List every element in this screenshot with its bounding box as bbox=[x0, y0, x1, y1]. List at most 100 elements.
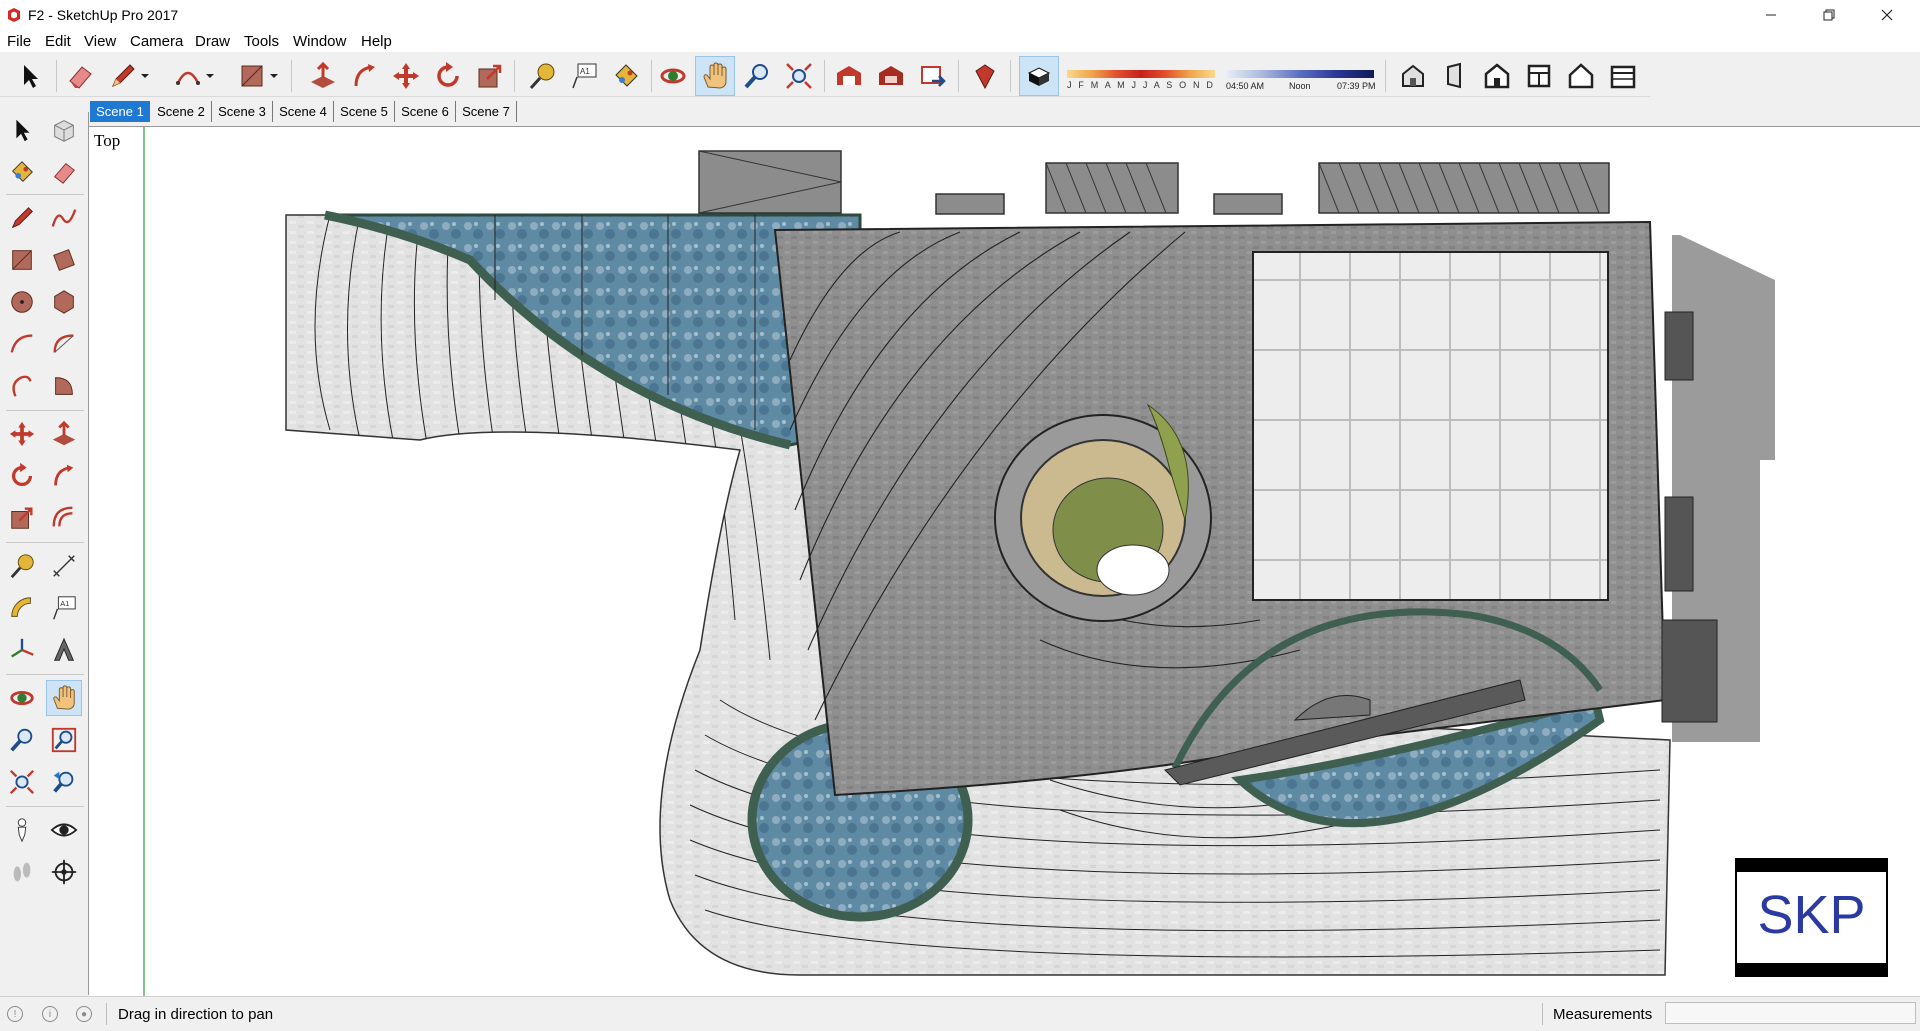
position-camera-tool[interactable] bbox=[4, 812, 40, 848]
text-tool[interactable]: A1 bbox=[46, 590, 82, 626]
menu-tools[interactable]: Tools bbox=[244, 33, 279, 50]
eraser-icon bbox=[69, 66, 92, 89]
scene-tab-4[interactable]: Scene 4 bbox=[273, 101, 334, 122]
arc-dropdown[interactable] bbox=[200, 56, 220, 96]
tape-measure-tool-button[interactable] bbox=[522, 56, 562, 96]
text-tool-button[interactable]: A1 bbox=[564, 56, 604, 96]
line-tool[interactable] bbox=[4, 200, 40, 236]
rectangle-icon bbox=[12, 250, 32, 270]
move-tool-button[interactable] bbox=[386, 56, 426, 96]
scale-tool[interactable] bbox=[4, 500, 40, 536]
restore-button[interactable] bbox=[1806, 0, 1852, 30]
menu-draw[interactable]: Draw bbox=[195, 33, 230, 50]
3d-text-tool[interactable] bbox=[46, 632, 82, 668]
status-separator bbox=[1542, 1003, 1543, 1025]
front-view-button[interactable] bbox=[1477, 56, 1517, 96]
tape-measure-tool[interactable] bbox=[4, 548, 40, 584]
menu-help[interactable]: Help bbox=[361, 33, 392, 50]
toolbar-separator bbox=[958, 60, 959, 92]
eraser-tool[interactable] bbox=[46, 154, 82, 190]
protractor-icon bbox=[11, 597, 31, 617]
previous-view-tool[interactable] bbox=[46, 764, 82, 800]
user-account-icon[interactable]: ● bbox=[76, 1006, 92, 1022]
look-around-tool[interactable] bbox=[46, 812, 82, 848]
3-point-arc-tool[interactable] bbox=[4, 368, 40, 404]
pencil-icon bbox=[11, 207, 33, 229]
extension-warehouse-button[interactable] bbox=[871, 56, 911, 96]
rotate-tool-button[interactable] bbox=[428, 56, 468, 96]
arc-tool[interactable] bbox=[4, 326, 40, 362]
restore-icon bbox=[1823, 9, 1835, 21]
site-plan-model[interactable] bbox=[89, 127, 1920, 996]
make-component-tool[interactable] bbox=[46, 112, 82, 148]
rotate-tool[interactable] bbox=[4, 458, 40, 494]
measurements-input[interactable] bbox=[1665, 1002, 1916, 1024]
home-view-button[interactable] bbox=[1561, 56, 1601, 96]
close-button[interactable] bbox=[1864, 0, 1910, 30]
rectangle-tool[interactable] bbox=[4, 242, 40, 278]
follow-me-tool[interactable] bbox=[46, 458, 82, 494]
rectangle-dropdown[interactable] bbox=[264, 56, 284, 96]
top-view-button[interactable] bbox=[1519, 56, 1559, 96]
eraser-tool-button[interactable] bbox=[60, 56, 100, 96]
menu-view[interactable]: View bbox=[84, 33, 116, 50]
follow-me-tool-button[interactable] bbox=[345, 56, 385, 96]
drawing-viewport[interactable]: Top SKP bbox=[89, 126, 1920, 996]
walk-tool[interactable] bbox=[4, 854, 40, 890]
pie-tool[interactable] bbox=[46, 368, 82, 404]
top-view-icon bbox=[1527, 64, 1551, 88]
polygon-tool[interactable] bbox=[46, 284, 82, 320]
orbit-tool-button[interactable] bbox=[653, 56, 693, 96]
zoom-extents-tool-button[interactable] bbox=[779, 56, 819, 96]
section-plane-tool[interactable] bbox=[46, 854, 82, 890]
scene-tab-2[interactable]: Scene 2 bbox=[151, 101, 212, 122]
send-to-layout-button[interactable] bbox=[913, 56, 953, 96]
push-pull-tool[interactable] bbox=[46, 416, 82, 452]
zoom-extents-tool[interactable] bbox=[4, 764, 40, 800]
minimize-button[interactable] bbox=[1748, 0, 1794, 30]
pan-tool-button[interactable] bbox=[695, 56, 735, 96]
rotated-rectangle-tool[interactable] bbox=[46, 242, 82, 278]
push-pull-icon bbox=[52, 420, 76, 446]
menu-file[interactable]: File bbox=[7, 33, 31, 50]
iso-view-button[interactable] bbox=[1393, 56, 1433, 96]
geo-location-icon[interactable]: ! bbox=[7, 1006, 23, 1022]
pencil-dropdown[interactable] bbox=[135, 56, 155, 96]
menu-window[interactable]: Window bbox=[293, 33, 346, 50]
offset-tool[interactable] bbox=[46, 500, 82, 536]
section-view-button[interactable] bbox=[1603, 56, 1643, 96]
month-slider[interactable] bbox=[1067, 70, 1215, 78]
zoom-window-tool[interactable] bbox=[46, 722, 82, 758]
dimension-tool[interactable] bbox=[46, 548, 82, 584]
pencil-icon bbox=[112, 64, 135, 87]
scene-tab-6[interactable]: Scene 6 bbox=[395, 101, 456, 122]
shadows-toggle-button[interactable] bbox=[1019, 56, 1059, 96]
push-pull-tool-button[interactable] bbox=[303, 56, 343, 96]
3d-warehouse-button[interactable] bbox=[829, 56, 869, 96]
right-view-button[interactable] bbox=[1435, 56, 1475, 96]
ruby-console-button[interactable] bbox=[965, 56, 1005, 96]
zoom-tool[interactable] bbox=[4, 722, 40, 758]
paint-bucket-tool-button[interactable] bbox=[606, 56, 646, 96]
select-tool[interactable] bbox=[4, 112, 40, 148]
scene-tab-3[interactable]: Scene 3 bbox=[212, 101, 273, 122]
menu-edit[interactable]: Edit bbox=[45, 33, 71, 50]
menu-camera[interactable]: Camera bbox=[130, 33, 183, 50]
credits-icon[interactable]: i bbox=[42, 1006, 58, 1022]
protractor-tool[interactable] bbox=[4, 590, 40, 626]
move-tool[interactable] bbox=[4, 416, 40, 452]
paint-bucket-tool[interactable] bbox=[4, 154, 40, 190]
zoom-tool-button[interactable] bbox=[737, 56, 777, 96]
time-slider[interactable] bbox=[1226, 70, 1374, 78]
scale-tool-button[interactable] bbox=[470, 56, 510, 96]
circle-tool[interactable] bbox=[4, 284, 40, 320]
pan-tool[interactable] bbox=[46, 680, 82, 716]
axes-tool[interactable] bbox=[4, 632, 40, 668]
freehand-tool[interactable] bbox=[46, 200, 82, 236]
scene-tab-1[interactable]: Scene 1 bbox=[90, 101, 150, 122]
2-point-arc-tool[interactable] bbox=[46, 326, 82, 362]
orbit-tool[interactable] bbox=[4, 680, 40, 716]
select-tool-button[interactable] bbox=[10, 56, 50, 96]
scene-tab-5[interactable]: Scene 5 bbox=[334, 101, 395, 122]
scene-tab-7[interactable]: Scene 7 bbox=[456, 101, 517, 122]
